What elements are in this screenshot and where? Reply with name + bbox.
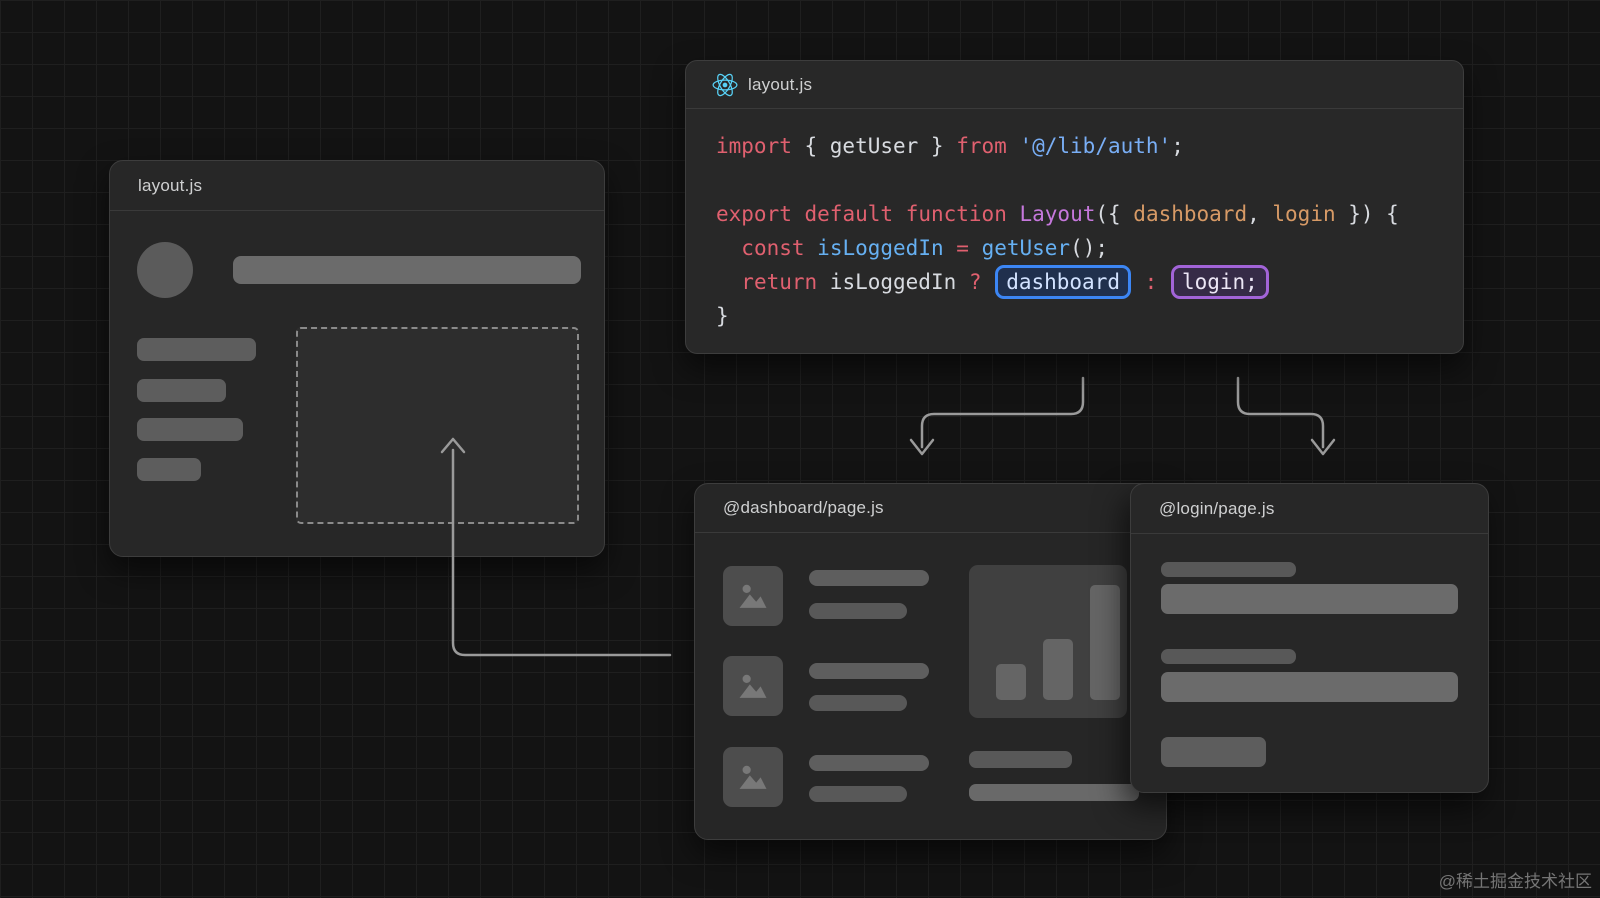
avatar-placeholder	[137, 242, 193, 298]
login-page-window: @login/page.js	[1130, 483, 1489, 793]
arrow-dashboard-head	[909, 438, 935, 456]
text-placeholder-bar	[969, 751, 1072, 768]
sidebar-placeholder-bar	[137, 418, 243, 441]
image-thumb-placeholder	[723, 656, 783, 716]
chart-bar	[996, 664, 1026, 700]
window-header: @dashboard/page.js	[695, 484, 1166, 533]
form-label-placeholder	[1161, 649, 1296, 664]
text-placeholder-bar	[809, 570, 929, 586]
window-title: layout.js	[748, 74, 813, 94]
slot-dashed-placeholder	[296, 327, 579, 524]
image-icon	[739, 674, 767, 698]
code-block: import { getUser } from '@/lib/auth'; ex…	[716, 134, 1399, 328]
window-header: layout.js	[686, 61, 1463, 109]
arrow-login-head	[1310, 438, 1336, 456]
window-title: layout.js	[138, 175, 203, 195]
watermark-text: @稀土掘金技术社区	[1438, 872, 1592, 891]
dashboard-page-window: @dashboard/page.js	[694, 483, 1167, 840]
form-button-placeholder	[1161, 737, 1266, 767]
form-label-placeholder	[1161, 562, 1296, 577]
sidebar-placeholder-bar	[137, 338, 256, 361]
diagram-canvas: layout.js layout.js import {getUser} f…	[0, 0, 1600, 898]
image-icon	[739, 765, 767, 789]
sidebar-placeholder-bar	[137, 458, 201, 481]
form-input-placeholder	[1161, 584, 1458, 614]
text-placeholder-bar	[809, 695, 907, 711]
text-placeholder-bar	[809, 603, 907, 619]
window-title: @login/page.js	[1159, 498, 1275, 518]
chart-bar	[1090, 585, 1120, 700]
layout-wireframe-window: layout.js	[109, 160, 605, 557]
code-window: layout.js import { getUser } from '@/lib…	[685, 60, 1464, 354]
text-placeholder-bar	[809, 755, 929, 771]
image-icon	[739, 584, 767, 608]
bar-chart-placeholder	[969, 565, 1127, 718]
image-thumb-placeholder	[723, 566, 783, 626]
react-icon	[712, 72, 738, 98]
window-title: @dashboard/page.js	[723, 498, 884, 517]
window-header: layout.js	[110, 161, 604, 211]
chart-bar	[1043, 639, 1073, 700]
text-placeholder-bar	[809, 786, 907, 802]
arrow-dashboard-line	[920, 376, 1085, 449]
form-input-placeholder	[1161, 672, 1458, 702]
text-placeholder-bar	[809, 663, 929, 679]
text-placeholder-bar	[969, 784, 1139, 801]
navbar-placeholder-bar	[233, 256, 581, 284]
window-header: @login/page.js	[1131, 484, 1488, 534]
sidebar-placeholder-bar	[137, 379, 226, 402]
image-thumb-placeholder	[723, 747, 783, 807]
arrow-login-line	[1236, 376, 1325, 449]
